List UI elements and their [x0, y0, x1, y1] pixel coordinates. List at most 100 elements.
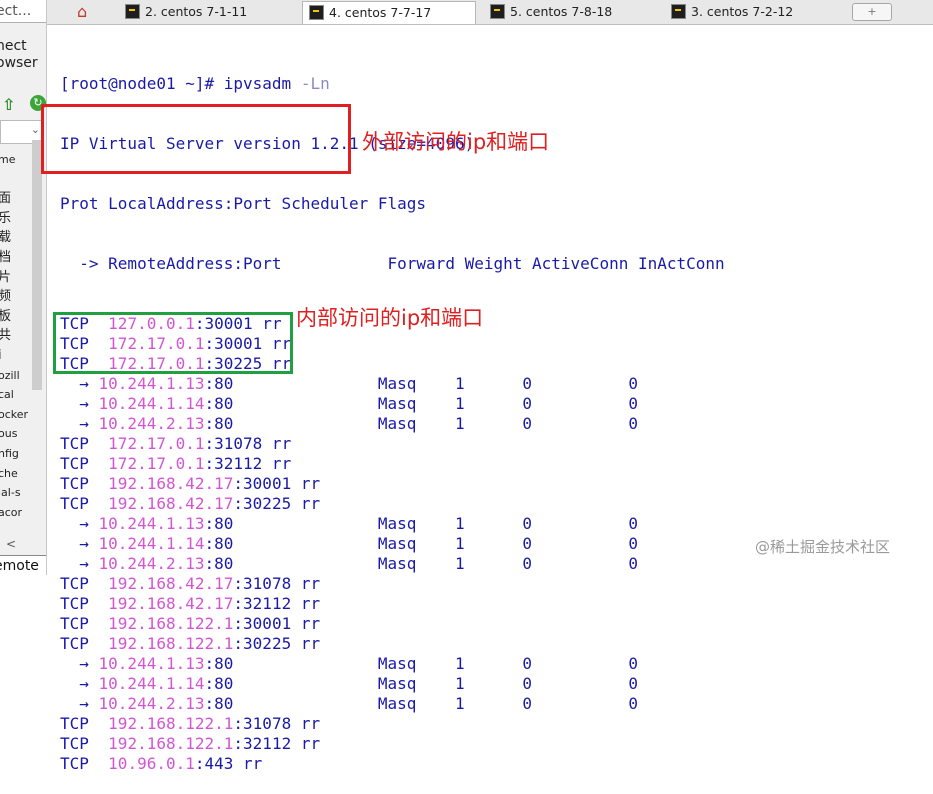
inact-conn: 0 — [628, 534, 639, 553]
forward-method: Masq — [377, 534, 417, 553]
inact-conn: 0 — [628, 554, 639, 573]
ip-address: 192.168.42.17 — [108, 574, 234, 593]
external-annotation: 外部访问的ip和端口 — [362, 130, 550, 154]
ipvs-table: TCP 127.0.0.1:30001 rr TCP 172.17.0.1:300… — [60, 314, 725, 774]
sidebar-toolbar: ⇧ ↻ — [2, 95, 46, 115]
forward-method: Masq — [377, 374, 417, 393]
terminal-icon — [671, 4, 686, 19]
sidebar-item[interactable]: che — [0, 464, 28, 484]
weight-value: 1 — [454, 414, 465, 433]
sidebar-item[interactable]: 乐 — [0, 209, 28, 229]
sidebar-item[interactable]: i — [0, 346, 28, 366]
inact-conn: 0 — [628, 414, 639, 433]
ip-address: 10.244.1.14 — [98, 394, 205, 413]
session-search-input[interactable]: ect... — [0, 0, 46, 23]
sidebar-item[interactable]: ocker — [0, 405, 28, 425]
up-arrow-icon[interactable]: ⇧ — [2, 95, 15, 114]
sidebar-item[interactable]: acor — [0, 503, 28, 523]
port-and-scheduler: :80 — [204, 514, 234, 533]
forward-method: Masq — [377, 554, 417, 573]
real-server-row: → 10.244.1.13:80 Masq 1 0 0 — [60, 654, 725, 674]
sidebar-item[interactable]: 片 — [0, 268, 28, 288]
protocol-label: TCP — [60, 454, 109, 473]
real-server-row: → 10.244.1.13:80 Masq 1 0 0 — [60, 374, 725, 394]
virtual-service-row: TCP 10.96.0.1:443 rr — [60, 754, 725, 774]
sidebar-item[interactable]: 频 — [0, 287, 28, 307]
protocol-label: TCP — [60, 754, 109, 773]
arrow-icon: → — [60, 694, 99, 713]
sidebar-item[interactable]: 档 — [0, 248, 28, 268]
external-highlight-box — [41, 104, 351, 174]
sidebar-item[interactable]: nfig — [0, 444, 28, 464]
weight-value: 1 — [454, 374, 465, 393]
sidebar-item[interactable] — [0, 170, 28, 190]
sidebar-item[interactable]: 面 — [0, 189, 28, 209]
home-tab[interactable]: ⌂ — [77, 1, 87, 23]
arrow-icon: → — [60, 554, 99, 573]
virtual-service-row: TCP 192.168.122.1:32112 rr — [60, 734, 725, 754]
remote-button[interactable]: emote — [0, 555, 46, 575]
new-tab-button[interactable]: + — [852, 3, 892, 21]
sidebar-item[interactable]: ozill — [0, 366, 28, 386]
tab-label: 4. centos 7-7-17 — [329, 5, 432, 20]
collapse-left-icon[interactable]: < — [6, 537, 16, 551]
sidebar-item[interactable]: ial-s — [0, 483, 28, 503]
ip-address: 10.96.0.1 — [108, 754, 195, 773]
tab-centos-7-2-12[interactable]: 3. centos 7-2-12 — [671, 1, 793, 23]
active-conn: 0 — [522, 694, 533, 713]
sidebar-item[interactable]: 载 — [0, 228, 28, 248]
command-arg: -Ln — [300, 74, 330, 93]
ip-address: 10.244.1.13 — [98, 374, 205, 393]
arrow-icon: → — [60, 414, 99, 433]
forward-method: Masq — [377, 654, 417, 673]
port-and-scheduler: :80 — [204, 674, 234, 693]
protocol-label: TCP — [60, 734, 109, 753]
connect-browser-link[interactable]: nect owser — [0, 38, 38, 72]
port-and-scheduler: :443 rr — [194, 754, 263, 773]
virtual-service-row: TCP 172.17.0.1:32112 rr — [60, 454, 725, 474]
ip-address: 10.244.2.13 — [98, 414, 205, 433]
internal-annotation: 内部访问的ip和端口 — [296, 306, 484, 330]
sidebar-item[interactable]: ous — [0, 424, 28, 444]
tab-label: 2. centos 7-1-11 — [145, 4, 248, 19]
header-line-1: Prot LocalAddress:Port Scheduler Flags — [60, 194, 427, 213]
active-conn: 0 — [522, 374, 533, 393]
sidebar-item[interactable]: cal — [0, 385, 28, 405]
port-and-scheduler: :80 — [204, 554, 234, 573]
virtual-service-row: TCP 192.168.122.1:30001 rr — [60, 614, 725, 634]
port-and-scheduler: :31078 rr — [204, 434, 292, 453]
active-conn: 0 — [522, 414, 533, 433]
left-sidebar: ect... nect owser ⇧ ↻ ⌄ me 面乐载档片频板共iozill… — [0, 0, 47, 575]
sidebar-item[interactable]: 板 — [0, 307, 28, 327]
arrow-icon: → — [60, 674, 99, 693]
protocol-label: TCP — [60, 594, 109, 613]
arrow-icon: → — [60, 534, 99, 553]
sidebar-item[interactable]: me — [0, 150, 28, 170]
prompt: [root@node01 ~]# ipvsadm — [60, 74, 301, 93]
connect-label-1: nect — [0, 38, 27, 54]
port-and-scheduler: :80 — [204, 694, 234, 713]
tab-centos-7-8-18[interactable]: 5. centos 7-8-18 — [490, 1, 612, 23]
protocol-label: TCP — [60, 474, 109, 493]
weight-value: 1 — [454, 534, 465, 553]
ip-address: 192.168.42.17 — [108, 494, 234, 513]
protocol-label: TCP — [60, 714, 109, 733]
chevron-down-icon: ⌄ — [30, 123, 40, 136]
sidebar-scrollbar[interactable] — [32, 140, 42, 390]
virtual-service-row: TCP 192.168.122.1:30225 rr — [60, 634, 725, 654]
forward-method: Masq — [377, 414, 417, 433]
real-server-row: → 10.244.1.13:80 Masq 1 0 0 — [60, 514, 725, 534]
ip-address: 192.168.42.17 — [108, 594, 234, 613]
inact-conn: 0 — [628, 394, 639, 413]
sidebar-item[interactable]: 共 — [0, 326, 28, 346]
active-conn: 0 — [522, 514, 533, 533]
tab-centos-7-7-17[interactable]: 4. centos 7-7-17 — [302, 1, 476, 24]
port-and-scheduler: :80 — [204, 394, 234, 413]
tab-label: 5. centos 7-8-18 — [510, 4, 613, 19]
tab-centos-7-1-11[interactable]: 2. centos 7-1-11 — [125, 1, 247, 23]
ip-address: 192.168.122.1 — [108, 714, 234, 733]
port-and-scheduler: :80 — [204, 374, 234, 393]
forward-method: Masq — [377, 674, 417, 693]
virtual-service-row: TCP 192.168.42.17:30001 rr — [60, 474, 725, 494]
ip-address: 10.244.2.13 — [98, 554, 205, 573]
